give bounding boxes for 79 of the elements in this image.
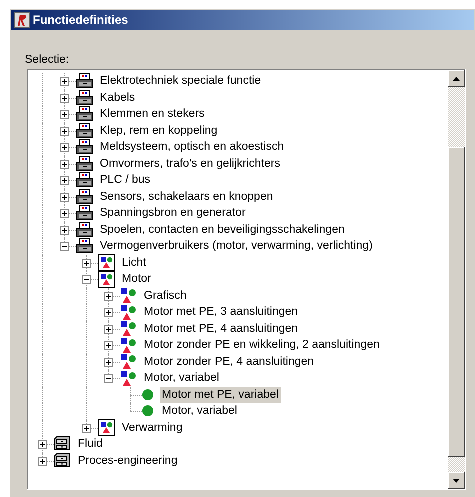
symbol-icon <box>98 254 115 272</box>
expand-toggle[interactable] <box>60 143 69 152</box>
cabinet-icon <box>76 172 94 188</box>
expand-toggle[interactable] <box>60 160 69 168</box>
tree-item[interactable]: Motor met PE, variabel <box>160 386 281 403</box>
tree-item[interactable]: Omvormers, trafo's en gelijkrichters <box>98 156 282 172</box>
expand-toggle[interactable] <box>104 358 113 366</box>
drawer-icon <box>54 436 71 452</box>
tree-item[interactable]: Motor zonder PE en wikkeling, 2 aansluitingen <box>142 337 382 354</box>
up-arrow-icon <box>453 76 460 80</box>
cabinet-icon <box>76 156 94 172</box>
symbol-icon <box>120 353 137 370</box>
cabinet-icon <box>76 188 94 205</box>
tree-item[interactable]: Motor met PE, 4 aansluitingen <box>142 320 300 337</box>
tree-item[interactable]: Klemmen en stekers <box>98 106 207 122</box>
dot-icon <box>142 405 154 418</box>
dot-icon <box>142 388 154 401</box>
scroll-thumb[interactable] <box>448 147 465 457</box>
tree-item[interactable]: Motor, variabel <box>142 370 222 386</box>
symbol-icon <box>120 336 137 354</box>
cabinet-icon <box>76 106 94 122</box>
expand-toggle[interactable] <box>38 440 47 449</box>
vertical-scrollbar[interactable] <box>448 70 465 489</box>
cabinet-icon <box>76 73 94 90</box>
symbol-icon <box>120 370 137 387</box>
expand-toggle[interactable] <box>60 126 69 136</box>
symbol-icon <box>98 270 115 288</box>
expand-toggle[interactable] <box>104 341 113 350</box>
expand-toggle[interactable] <box>60 192 69 202</box>
cabinet-icon <box>76 122 94 139</box>
expand-toggle[interactable] <box>104 324 113 334</box>
expand-toggle[interactable] <box>60 226 69 234</box>
collapse-toggle[interactable] <box>104 374 113 383</box>
collapse-toggle[interactable] <box>60 242 69 251</box>
expand-toggle[interactable] <box>60 94 69 102</box>
expand-toggle[interactable] <box>104 308 113 317</box>
tree-item[interactable]: Kabels <box>98 90 138 106</box>
tree-item[interactable]: PLC / bus <box>98 172 152 188</box>
tree-item[interactable]: Meldsysteem, optisch en akoestisch <box>98 139 286 156</box>
symbol-icon <box>120 320 137 338</box>
scroll-down-button[interactable] <box>448 472 465 489</box>
expand-toggle[interactable] <box>104 292 113 300</box>
tree-item[interactable]: Spoelen, contacten en beveiligingsschakelingen <box>98 222 347 238</box>
expand-toggle[interactable] <box>60 77 69 86</box>
symbol-icon <box>120 287 137 304</box>
tree-item[interactable]: Motor met PE, 3 aansluitingen <box>142 304 300 320</box>
expand-toggle[interactable] <box>60 176 69 185</box>
tree-item[interactable]: Elektrotechniek speciale functie <box>98 73 264 90</box>
tree-item[interactable]: Licht <box>120 254 148 271</box>
tree-item[interactable]: Motor zonder PE, 4 aansluitingen <box>142 354 316 370</box>
symbol-icon <box>98 419 115 436</box>
tree-item[interactable]: Vermogenverbruikers (motor, verwarming, verlichting) <box>98 238 375 254</box>
cabinet-icon <box>76 205 94 222</box>
selection-label: Selectie: <box>25 53 70 67</box>
tree-item[interactable]: Sensors, schakelaars en knoppen <box>98 188 276 205</box>
tree-item[interactable]: Grafisch <box>142 288 189 304</box>
cabinet-icon <box>76 238 94 254</box>
tree-item[interactable]: Spanningsbron en generator <box>98 205 248 222</box>
tree-item[interactable]: Proces-engineering <box>76 452 180 469</box>
expand-toggle[interactable] <box>60 110 69 119</box>
symbol-icon <box>120 304 137 321</box>
cabinet-icon <box>76 222 94 238</box>
tree-item[interactable]: Fluid <box>76 436 105 452</box>
drawer-icon <box>54 452 71 469</box>
scroll-up-button[interactable] <box>448 70 465 87</box>
collapse-toggle[interactable] <box>82 275 91 284</box>
expand-toggle[interactable] <box>60 209 69 218</box>
down-arrow-icon <box>453 478 460 482</box>
tree-item[interactable]: Klep, rem en koppeling <box>98 122 220 139</box>
expand-toggle[interactable] <box>82 258 91 268</box>
expand-toggle[interactable] <box>82 424 91 432</box>
cabinet-icon <box>76 139 94 156</box>
app-icon <box>14 12 30 28</box>
cabinet-icon <box>76 90 94 106</box>
tree-item[interactable]: Motor <box>120 271 154 288</box>
window-title: Functiedefinities <box>33 12 128 29</box>
tree-item[interactable]: Verwarming <box>120 420 185 436</box>
expand-toggle[interactable] <box>38 456 47 466</box>
tree-item[interactable]: Motor, variabel <box>160 403 240 420</box>
